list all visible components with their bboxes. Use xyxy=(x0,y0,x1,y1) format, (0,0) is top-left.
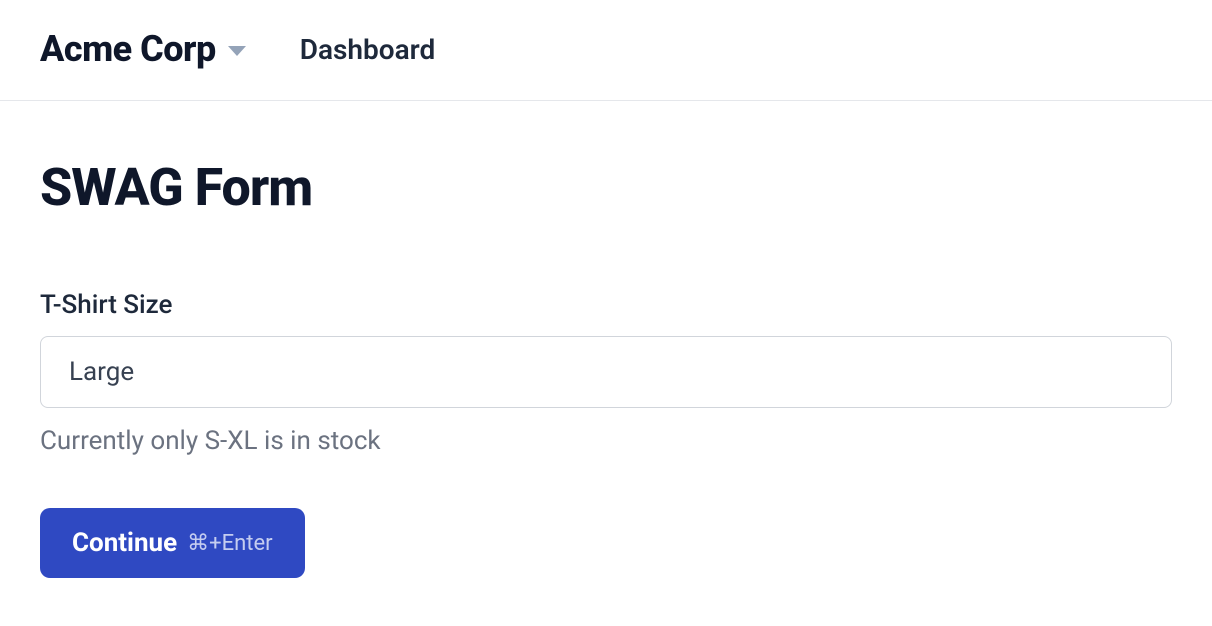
header: Acme Corp Dashboard xyxy=(0,0,1212,101)
page-title: SWAG Form xyxy=(40,157,1172,218)
org-name: Acme Corp xyxy=(40,28,216,70)
tshirt-size-input[interactable] xyxy=(40,336,1172,408)
form-group-tshirt: T-Shirt Size Currently only S-XL is in s… xyxy=(40,290,1172,456)
tshirt-size-help: Currently only S-XL is in stock xyxy=(40,426,1172,456)
tshirt-size-label: T-Shirt Size xyxy=(40,290,1172,320)
main-content: SWAG Form T-Shirt Size Currently only S-… xyxy=(0,101,1212,618)
org-switcher[interactable]: Acme Corp xyxy=(40,28,246,70)
continue-button[interactable]: Continue ⌘+Enter xyxy=(40,508,305,578)
nav-dashboard[interactable]: Dashboard xyxy=(300,33,436,66)
chevron-down-icon xyxy=(228,46,246,56)
continue-button-shortcut: ⌘+Enter xyxy=(187,531,272,556)
continue-button-label: Continue xyxy=(72,528,177,558)
